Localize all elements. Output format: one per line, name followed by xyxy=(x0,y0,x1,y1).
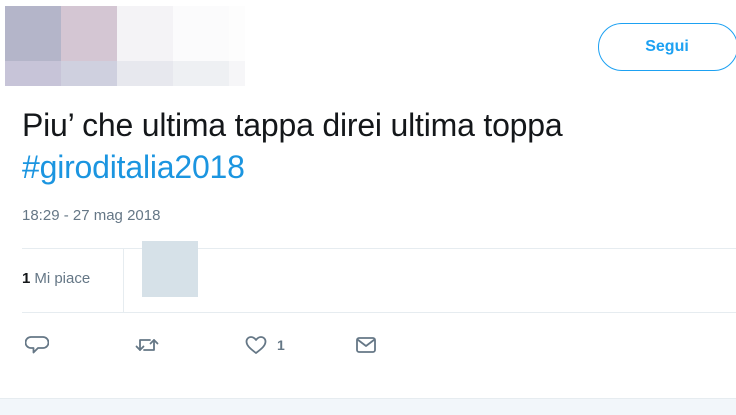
likes-count: 1 xyxy=(22,270,31,287)
tweet-body: Piu’ che ultima tappa direi ultima toppa xyxy=(22,107,563,143)
likes-stat[interactable]: 1 Mi piace xyxy=(22,270,90,287)
divider xyxy=(22,312,736,313)
mosaic-tile xyxy=(229,61,245,86)
envelope-icon xyxy=(354,333,378,357)
follow-button[interactable]: Segui xyxy=(598,23,736,71)
reply-button[interactable] xyxy=(25,333,49,357)
tweet-timestamp[interactable]: 18:29 - 27 mag 2018 xyxy=(22,207,160,224)
retweet-button[interactable] xyxy=(134,333,160,357)
retweet-icon xyxy=(134,333,160,357)
hashtag-link[interactable]: #giroditalia2018 xyxy=(22,146,245,188)
mosaic-tile xyxy=(173,6,229,61)
mosaic-tile xyxy=(61,61,117,86)
mosaic-tile xyxy=(5,6,61,61)
divider xyxy=(22,248,736,249)
like-button[interactable]: 1 xyxy=(244,333,285,357)
author-avatar-pixelated[interactable] xyxy=(5,6,245,86)
footer-band xyxy=(0,398,736,415)
direct-message-button[interactable] xyxy=(354,333,378,357)
mosaic-tile xyxy=(5,61,61,86)
mosaic-tile xyxy=(229,6,245,61)
stat-separator xyxy=(123,249,124,312)
heart-icon xyxy=(244,333,268,357)
tweet-text: Piu’ che ultima tappa direi ultima toppa… xyxy=(22,104,722,188)
mosaic-tile xyxy=(61,6,117,61)
liker-avatar[interactable] xyxy=(142,241,198,297)
like-count: 1 xyxy=(277,337,285,353)
likes-label: Mi piace xyxy=(34,270,91,287)
reply-icon xyxy=(25,333,49,357)
mosaic-tile xyxy=(117,61,173,86)
mosaic-tile xyxy=(117,6,173,61)
mosaic-tile xyxy=(173,61,229,86)
